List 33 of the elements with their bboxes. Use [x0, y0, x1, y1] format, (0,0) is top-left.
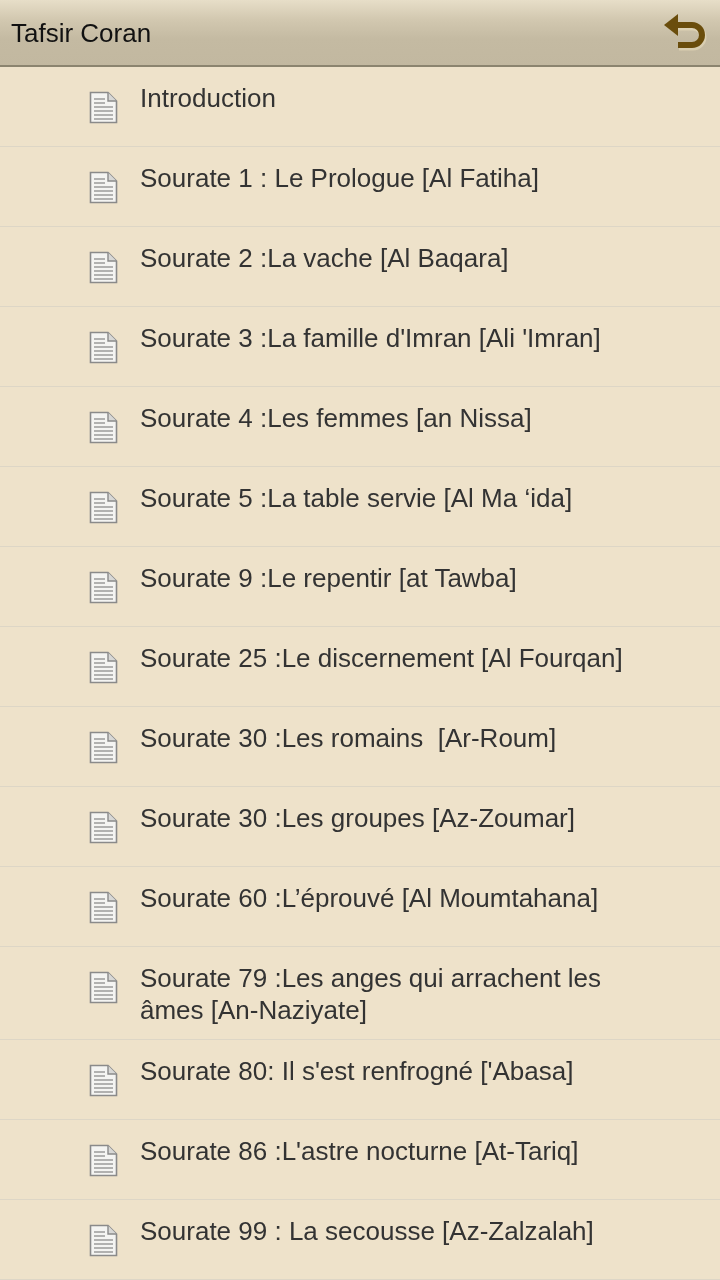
document-icon — [89, 411, 118, 444]
curved-arrow-icon — [662, 11, 708, 54]
chapter-item[interactable]: Sourate 3 :La famille d'Imran [Ali 'Imran] — [0, 307, 720, 387]
chapter-item[interactable]: Introduction — [0, 67, 720, 147]
chapter-item[interactable]: Sourate 60 :L’éprouvé [Al Moumtahana] — [0, 867, 720, 947]
document-icon — [89, 1224, 118, 1257]
chapter-item[interactable]: Sourate 4 :Les femmes [an Nissa] — [0, 387, 720, 467]
chapter-item[interactable]: Sourate 9 :Le repentir [at Tawba] — [0, 547, 720, 627]
chapter-item[interactable]: Sourate 25 :Le discernement [Al Fourqan] — [0, 627, 720, 707]
document-icon — [89, 811, 118, 844]
document-icon — [89, 971, 118, 1004]
chapter-item[interactable]: Sourate 30 :Les romains [Ar-Roum] — [0, 707, 720, 787]
chapter-item[interactable]: Sourate 99 : La secousse [Az-Zalzalah] — [0, 1200, 720, 1280]
document-icon — [89, 571, 118, 604]
document-icon — [89, 171, 118, 204]
chapter-item[interactable]: Sourate 79 :Les anges qui arrachent les âmes [An-Naziyate] — [0, 947, 720, 1040]
document-icon — [89, 91, 118, 124]
document-icon — [89, 331, 118, 364]
chapter-item[interactable]: Sourate 86 :L'astre nocturne [At-Tariq] — [0, 1120, 720, 1200]
document-icon — [89, 491, 118, 524]
chapter-item[interactable]: Sourate 2 :La vache [Al Baqara] — [0, 227, 720, 307]
app-title: Tafsir Coran — [11, 16, 152, 49]
chapter-item[interactable]: Sourate 5 :La table servie [Al Ma ‘ida] — [0, 467, 720, 547]
document-icon — [89, 651, 118, 684]
document-icon — [89, 251, 118, 284]
back-button[interactable] — [662, 11, 708, 54]
document-icon — [89, 1064, 118, 1097]
chapter-item[interactable]: Sourate 30 :Les groupes [Az-Zoumar] — [0, 787, 720, 867]
document-icon — [89, 891, 118, 924]
document-icon — [89, 731, 118, 764]
chapter-item[interactable]: Sourate 1 : Le Prologue [Al Fatiha] — [0, 147, 720, 227]
chapter-item[interactable]: Sourate 80: Il s'est renfrogné ['Abasa] — [0, 1040, 720, 1120]
document-icon — [89, 1144, 118, 1177]
